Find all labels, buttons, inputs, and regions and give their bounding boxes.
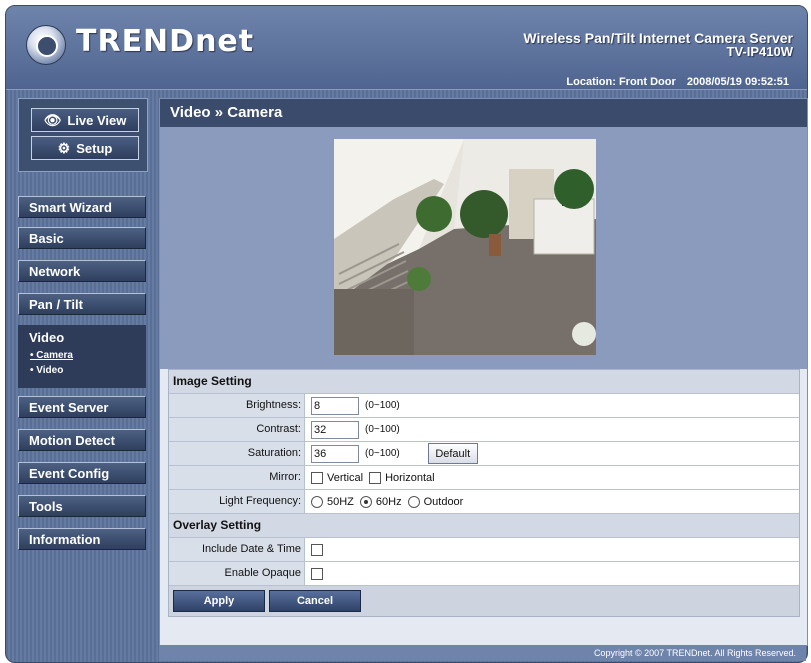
page-title: Video » Camera	[160, 99, 807, 127]
nav-event-server[interactable]: Event Server	[18, 396, 146, 418]
contrast-row: Contrast: 32 (0~100)	[169, 418, 799, 442]
saturation-row: Saturation: 36 (0~100) Default	[169, 442, 799, 466]
nav-information[interactable]: Information	[18, 528, 146, 550]
cancel-button[interactable]: Cancel	[269, 590, 361, 612]
gear-icon: ⚙	[57, 139, 71, 156]
freq-outdoor-radio[interactable]	[407, 495, 420, 508]
include-date-label: Include Date & Time	[169, 538, 305, 561]
default-button[interactable]: Default	[427, 443, 478, 464]
mirror-horizontal-checkbox[interactable]	[369, 471, 382, 484]
brightness-range: (0~100)	[365, 400, 400, 411]
saturation-input[interactable]: 36	[311, 444, 359, 463]
eye-icon: 👁	[43, 111, 62, 128]
apply-button[interactable]: Apply	[173, 590, 265, 612]
setup-label: Setup	[76, 140, 113, 156]
brightness-input[interactable]: 8	[311, 396, 359, 415]
nav-smart-wizard[interactable]: Smart Wizard	[18, 196, 146, 218]
brightness-label: Brightness:	[169, 394, 305, 417]
product-model: TV-IP410W	[726, 44, 793, 59]
mirror-row: Mirror: Vertical Horizontal	[169, 466, 799, 490]
mirror-vertical-checkbox[interactable]	[311, 471, 323, 484]
include-date-row: Include Date & Time	[169, 538, 799, 562]
nav-basic[interactable]: Basic	[18, 227, 146, 249]
include-date-checkbox[interactable]	[311, 543, 323, 556]
saturation-label: Saturation:	[169, 442, 305, 465]
freq-60hz-radio[interactable]	[359, 495, 372, 508]
datetime-text: 2008/05/19 09:52:51	[686, 76, 789, 88]
mirror-label: Mirror:	[169, 466, 305, 489]
setup-button[interactable]: ⚙ Setup	[31, 136, 139, 160]
enable-opaque-checkbox[interactable]	[311, 567, 323, 580]
freq-50hz-label: 50HZ	[327, 495, 354, 508]
enable-opaque-label: Enable Opaque	[169, 562, 305, 585]
location-text: Location: Front Door	[566, 76, 676, 88]
freq-outdoor-label: Outdoor	[423, 495, 464, 508]
status-line: Location: Front Door 2008/05/19 09:52:51	[558, 76, 789, 88]
logo-text: TRENDnet	[76, 24, 255, 59]
main-content: Video » Camera Image Setting Brightness:…	[159, 98, 808, 646]
mirror-vertical-label: Vertical	[327, 471, 364, 484]
light-frequency-label: Light Frequency:	[169, 490, 305, 513]
live-view-label: Live View	[67, 112, 127, 128]
image-setting-header: Image Setting	[169, 370, 799, 394]
trendnet-logo-icon	[26, 25, 66, 65]
brightness-row: Brightness: 8 (0~100)	[169, 394, 799, 418]
video-subnav: • Camera • Video	[18, 348, 146, 388]
camera-preview-image	[334, 139, 596, 355]
mirror-horizontal-label: Horizontal	[385, 471, 435, 484]
nav-motion-detect[interactable]: Motion Detect	[18, 429, 146, 451]
mode-panel: 👁 Live View ⚙ Setup	[18, 98, 148, 172]
action-bar: Apply Cancel	[169, 586, 799, 616]
nav-tools[interactable]: Tools	[18, 495, 146, 517]
freq-50hz-radio[interactable]	[311, 495, 323, 508]
saturation-range: (0~100)	[365, 448, 400, 459]
live-view-button[interactable]: 👁 Live View	[31, 108, 139, 132]
freq-60hz-label: 60Hz	[375, 495, 402, 508]
footer-copyright: Copyright © 2007 TRENDnet. All Rights Re…	[159, 645, 806, 661]
light-frequency-row: Light Frequency: 50HZ 60Hz Outdoor	[169, 490, 799, 514]
contrast-range: (0~100)	[365, 424, 400, 435]
contrast-input[interactable]: 32	[311, 420, 359, 439]
subnav-video[interactable]: • Video	[18, 363, 146, 378]
overlay-setting-header: Overlay Setting	[169, 514, 799, 538]
nav-video[interactable]: Video	[18, 325, 146, 349]
nav-pan-tilt[interactable]: Pan / Tilt	[18, 293, 146, 315]
subnav-camera[interactable]: • Camera	[18, 348, 146, 363]
enable-opaque-row: Enable Opaque	[169, 562, 799, 586]
nav-network[interactable]: Network	[18, 260, 146, 282]
header: TRENDnet Wireless Pan/Tilt Internet Came…	[6, 6, 807, 90]
settings-table: Image Setting Brightness: 8 (0~100) Cont…	[168, 369, 800, 617]
contrast-label: Contrast:	[169, 418, 305, 441]
nav-event-config[interactable]: Event Config	[18, 462, 146, 484]
preview-area	[160, 127, 807, 369]
product-title: Wireless Pan/Tilt Internet Camera Server…	[523, 31, 793, 59]
